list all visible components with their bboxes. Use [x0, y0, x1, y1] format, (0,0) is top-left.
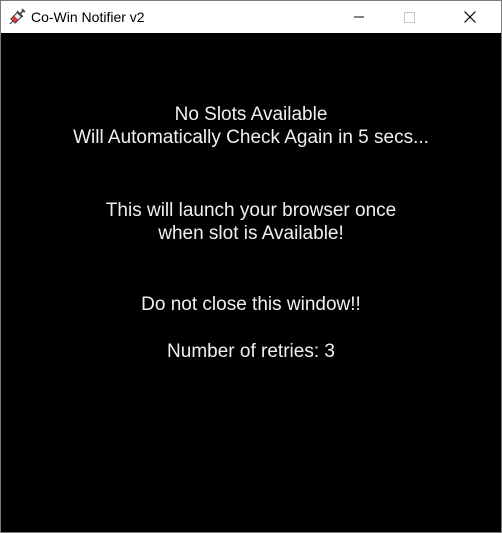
close-button[interactable]: [447, 1, 493, 33]
app-window: Co-Win Notifier v2 No Slots Available Wi…: [0, 0, 502, 533]
notifier-content: No Slots Available Will Automatically Ch…: [1, 33, 501, 532]
minimize-button[interactable]: [336, 1, 382, 33]
recheck-message: Will Automatically Check Again in 5 secs…: [73, 127, 429, 148]
retry-counter: Number of retries: 3: [167, 341, 335, 362]
window-title: Co-Win Notifier v2: [31, 9, 145, 25]
warning-message: Do not close this window!!: [141, 294, 361, 315]
close-icon: [464, 11, 476, 23]
status-message: No Slots Available: [174, 104, 328, 125]
maximize-button[interactable]: [386, 1, 432, 33]
syringe-icon[interactable]: [7, 7, 27, 27]
launch-info-line2: when slot is Available!: [158, 223, 344, 244]
minimize-icon: [354, 16, 364, 18]
launch-info-line1: This will launch your browser once: [105, 200, 397, 221]
maximize-icon: [403, 11, 415, 23]
title-bar[interactable]: Co-Win Notifier v2: [1, 1, 501, 33]
